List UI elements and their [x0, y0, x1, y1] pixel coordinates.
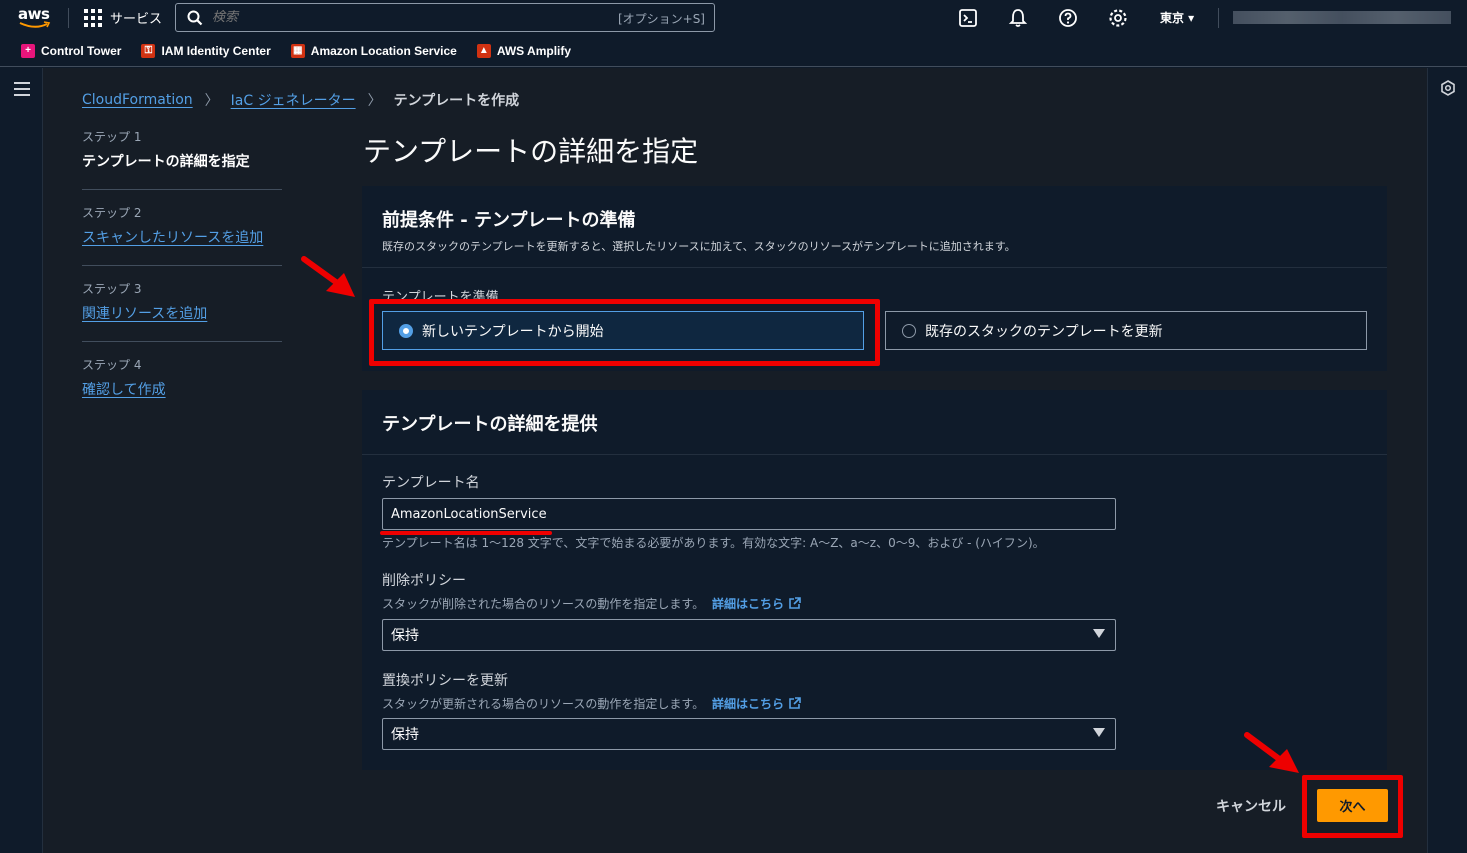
deletion-policy-hint-text: スタックが削除された場合のリソースの動作を指定します。 — [382, 597, 705, 611]
favorites-bar: + Control Tower ⚿ IAM Identity Center ▦ … — [0, 36, 1467, 67]
learn-more-label: 詳細はこちら — [712, 597, 785, 611]
template-name-hint: テンプレート名は 1〜128 文字で、文字で始まる必要があります。有効な文字: … — [382, 536, 1045, 550]
notifications-bell-icon[interactable] — [1007, 7, 1029, 29]
update-replace-policy-label: 置換ポリシーを更新 — [382, 673, 508, 689]
step-link[interactable]: スキャンしたリソースを追加 — [82, 227, 282, 247]
search-icon — [187, 10, 203, 25]
panel-title: 前提条件 - テンプレートの準備 — [382, 210, 636, 231]
next-button[interactable]: 次へ — [1317, 789, 1388, 822]
search-bar[interactable]: [オプション+S] — [175, 3, 715, 32]
menu-hamburger-icon[interactable] — [14, 82, 30, 100]
chevron-right-icon: 〉 — [367, 93, 382, 109]
wizard-steps: ステップ 1 テンプレートの詳細を指定 ステップ 2 スキャンしたリソースを追加… — [82, 128, 282, 432]
panel-header: 前提条件 - テンプレートの準備 既存のスタックのテンプレートを更新すると、選択… — [362, 186, 1387, 268]
update-replace-policy-learn-more-link[interactable]: 詳細はこちら — [712, 697, 802, 711]
step-1: ステップ 1 テンプレートの詳細を指定 — [82, 128, 282, 190]
step-number: ステップ 1 — [82, 130, 142, 144]
cancel-button[interactable]: キャンセル — [1216, 796, 1286, 816]
panel-header: テンプレートの詳細を提供 — [362, 390, 1387, 455]
deletion-policy-label: 削除ポリシー — [382, 573, 466, 589]
favorite-iam-identity-center[interactable]: ⚿ IAM Identity Center — [141, 44, 271, 58]
annotation-underline-template-name — [380, 531, 552, 535]
template-name-label: テンプレート名 — [382, 475, 480, 491]
settings-gear-icon[interactable] — [1107, 7, 1129, 29]
favorite-aws-amplify[interactable]: ▲ AWS Amplify — [476, 44, 572, 58]
aws-smile-icon — [19, 21, 51, 28]
update-replace-policy-select[interactable]: 保持 — [382, 718, 1116, 750]
step-number: ステップ 3 — [82, 282, 142, 296]
step-2: ステップ 2 スキャンしたリソースを追加 — [82, 204, 282, 266]
breadcrumb-cloudformation-link[interactable]: CloudFormation — [82, 92, 193, 108]
step-number: ステップ 4 — [82, 358, 142, 372]
services-grid-icon — [84, 8, 102, 27]
step-number: ステップ 2 — [82, 206, 142, 220]
deletion-policy-hint: スタックが削除された場合のリソースの動作を指定します。 詳細はこちら — [382, 595, 802, 612]
favorite-amazon-location-service[interactable]: ▦ Amazon Location Service — [290, 44, 457, 58]
step-4: ステップ 4 確認して作成 — [82, 356, 282, 418]
external-link-icon — [789, 697, 802, 709]
deletion-policy-learn-more-link[interactable]: 詳細はこちら — [712, 597, 802, 611]
tile-label: 新しいテンプレートから開始 — [422, 323, 604, 340]
breadcrumb-current: テンプレートを作成 — [393, 93, 520, 109]
panel-title: テンプレートの詳細を提供 — [382, 414, 598, 435]
template-details-panel: テンプレートの詳細を提供 テンプレート名 AmazonLocationServi… — [362, 390, 1387, 770]
favorite-label: Control Tower — [41, 44, 122, 58]
search-input[interactable] — [212, 10, 592, 25]
location-service-icon: ▦ — [290, 44, 305, 58]
step-3: ステップ 3 関連リソースを追加 — [82, 280, 282, 342]
favorite-label: AWS Amplify — [496, 44, 572, 58]
account-menu-redacted[interactable] — [1233, 11, 1451, 24]
control-tower-icon: + — [21, 44, 35, 58]
iam-identity-center-icon: ⚿ — [141, 44, 156, 58]
favorite-control-tower[interactable]: + Control Tower — [21, 44, 121, 58]
nav-divider — [1218, 8, 1219, 28]
panel-description: 既存のスタックのテンプレートを更新すると、選択したリソースに加えて、スタックのリ… — [382, 240, 1016, 253]
breadcrumb: CloudFormation 〉 IaC ジェネレーター 〉 テンプレートを作成 — [82, 90, 519, 110]
services-label: サービス — [110, 12, 163, 27]
region-selector[interactable]: 東京 ▾ — [1160, 9, 1194, 26]
select-value: 保持 — [391, 628, 419, 644]
select-value: 保持 — [391, 727, 419, 743]
cloudshell-icon[interactable] — [957, 7, 979, 29]
radio-selected-icon — [399, 323, 413, 338]
external-link-icon — [789, 597, 802, 609]
tile-label: 既存のスタックのテンプレートを更新 — [925, 323, 1163, 340]
help-icon[interactable] — [1057, 7, 1079, 29]
top-navigation: aws サービス [オプション+S] 東京 ▾ — [0, 0, 1467, 36]
prepare-template-label: テンプレートを準備 — [382, 290, 499, 305]
annotation-arrow-icon — [1244, 732, 1299, 773]
step-link[interactable]: 関連リソースを追加 — [82, 303, 282, 323]
left-rail — [0, 68, 43, 853]
template-name-input[interactable]: AmazonLocationService — [382, 498, 1116, 530]
services-menu-button[interactable]: サービス — [84, 8, 162, 27]
step-link[interactable]: 確認して作成 — [82, 379, 282, 399]
breadcrumb-iac-generator-link[interactable]: IaC ジェネレーター — [231, 90, 356, 110]
amplify-icon: ▲ — [476, 44, 491, 58]
caret-down-icon — [1093, 629, 1105, 638]
tile-update-existing-stack[interactable]: 既存のスタックのテンプレートを更新 — [885, 311, 1367, 350]
update-replace-policy-hint-text: スタックが更新される場合のリソースの動作を指定します。 — [382, 697, 705, 711]
aws-logo[interactable]: aws — [18, 4, 54, 32]
learn-more-label: 詳細はこちら — [712, 697, 785, 711]
page-title: テンプレートの詳細を指定 — [363, 135, 699, 168]
search-shortcut-hint: [オプション+S] — [617, 12, 705, 26]
help-panel-icon[interactable] — [1440, 80, 1456, 96]
prerequisite-panel: 前提条件 - テンプレートの準備 既存のスタックのテンプレートを更新すると、選択… — [362, 186, 1387, 371]
deletion-policy-select[interactable]: 保持 — [382, 619, 1116, 651]
nav-divider — [68, 8, 69, 28]
caret-down-icon — [1093, 728, 1105, 737]
right-rail — [1427, 68, 1467, 853]
favorite-label: Amazon Location Service — [310, 44, 457, 58]
favorite-label: IAM Identity Center — [161, 44, 271, 58]
chevron-right-icon: 〉 — [204, 93, 219, 109]
step-label-active: テンプレートの詳細を指定 — [82, 154, 250, 170]
main-content: CloudFormation 〉 IaC ジェネレーター 〉 テンプレートを作成… — [43, 68, 1427, 853]
annotation-arrow-icon — [301, 256, 355, 297]
radio-unselected-icon — [902, 323, 916, 338]
update-replace-policy-hint: スタックが更新される場合のリソースの動作を指定します。 詳細はこちら — [382, 695, 802, 712]
tile-start-new-template[interactable]: 新しいテンプレートから開始 — [382, 311, 864, 350]
